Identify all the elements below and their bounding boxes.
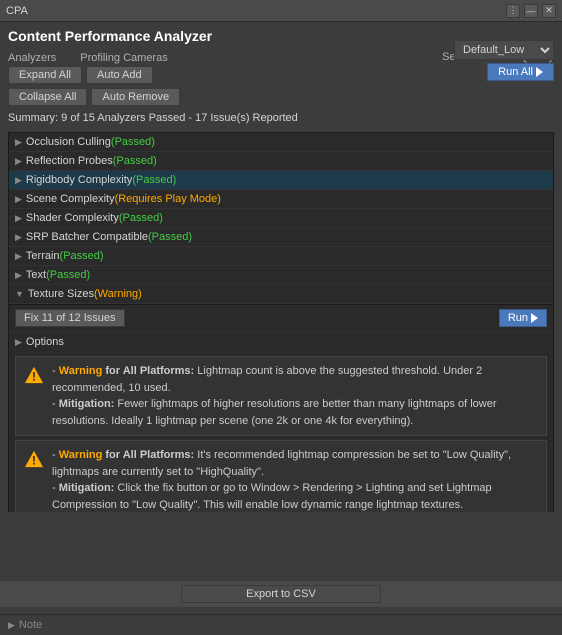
expand-collapse-group: Expand All Auto Add [8,66,153,84]
summary-text: Summary: 9 of 15 Analyzers Passed - 17 I… [8,110,554,126]
title-bar-controls: ⋮ — ✕ [506,4,556,18]
expand-all-button[interactable]: Expand All [8,66,82,84]
second-buttons-row: Collapse All Auto Remove [8,88,554,106]
issue-text-1: - Warning for All Platforms: Lightmap co… [52,363,538,429]
options-arrow: ▶ [15,337,22,348]
analyzer-list: ▶ Occlusion Culling (Passed) ▶ Reflectio… [8,132,554,305]
platform-select-group: Default_Low Run All [454,40,554,81]
analyzer-item-texture-sizes[interactable]: ▼ Texture Sizes (Warning) [9,285,553,304]
run-play-icon [531,313,538,323]
analyzers-label: Analyzers [8,52,56,64]
minimize-button[interactable]: — [524,4,538,18]
export-csv-button[interactable]: Export to CSV [181,585,381,603]
analyzer-item-occlusion-culling[interactable]: ▶ Occlusion Culling (Passed) [9,133,553,152]
arrow-icon-terrain: ▶ [15,251,22,262]
svg-text:!: ! [32,369,36,383]
issue-box-1: ! - Warning for All Platforms: Lightmap … [15,356,547,436]
analyzer-item-terrain[interactable]: ▶ Terrain (Passed) [9,247,553,266]
analyzer-item-shader-complexity[interactable]: ▶ Shader Complexity (Passed) [9,209,553,228]
options-label: Options [26,336,64,348]
arrow-icon-scene: ▶ [15,194,22,205]
arrow-icon-srp: ▶ [15,232,22,243]
fix-issues-button[interactable]: Fix 11 of 12 Issues [15,309,125,327]
arrow-icon-text: ▶ [15,270,22,281]
arrow-icon-occlusion: ▶ [15,137,22,148]
analyzer-item-scene-complexity[interactable]: ▶ Scene Complexity (Requires Play Mode) [9,190,553,209]
analyzer-item-srp-batcher[interactable]: ▶ SRP Batcher Compatible (Passed) [9,228,553,247]
svg-text:!: ! [32,453,36,467]
arrow-icon-reflection: ▶ [15,156,22,167]
issue-box-2: ! - Warning for All Platforms: It's reco… [15,440,547,512]
run-all-button[interactable]: Run All [487,63,554,81]
analyzer-item-reflection-probes[interactable]: ▶ Reflection Probes (Passed) [9,152,553,171]
title-bar-text: CPA [6,5,502,17]
analyzer-item-text[interactable]: ▶ Text (Passed) [9,266,553,285]
collapse-all-button[interactable]: Collapse All [8,88,87,106]
analyzer-item-rigidbody[interactable]: ▶ Rigidbody Complexity (Passed) [9,171,553,190]
options-row[interactable]: ▶ Options [9,332,553,352]
main-content: Content Performance Analyzer Analyzers P… [0,22,562,518]
note-arrow: ▶ [8,620,15,631]
auto-add-button[interactable]: Auto Add [86,66,153,84]
note-bar: ▶ Note [0,614,562,635]
note-label: Note [19,619,42,631]
arrow-icon-texture: ▼ [15,289,24,299]
expanded-texture-sizes: Fix 11 of 12 Issues Run ▶ Options ! [8,305,554,512]
title-bar: CPA ⋮ — ✕ [0,0,562,22]
export-bar: Export to CSV [0,580,562,607]
profiling-label-group: Profiling Cameras [80,50,167,64]
expanded-header: Fix 11 of 12 Issues Run [9,305,553,332]
run-button[interactable]: Run [499,309,547,327]
platform-row: Default_Low [454,40,554,60]
warning-icon-2: ! [24,449,44,469]
warning-icon-1: ! [24,365,44,385]
buttons-row: Expand All Auto Add Default_Low Run All [8,66,554,84]
close-button[interactable]: ✕ [542,4,556,18]
arrow-icon-rigidbody: ▶ [15,175,22,186]
analyzers-label-group: Analyzers [8,50,56,64]
platform-dropdown[interactable]: Default_Low [454,40,554,60]
analyzer-scroll-area[interactable]: ▶ Occlusion Culling (Passed) ▶ Reflectio… [8,132,554,512]
issue-text-2: - Warning for All Platforms: It's recomm… [52,447,538,512]
play-icon [536,67,543,77]
auto-remove-button[interactable]: Auto Remove [91,88,180,106]
profiling-label: Profiling Cameras [80,52,167,64]
context-menu-button[interactable]: ⋮ [506,4,520,18]
arrow-icon-shader: ▶ [15,213,22,224]
